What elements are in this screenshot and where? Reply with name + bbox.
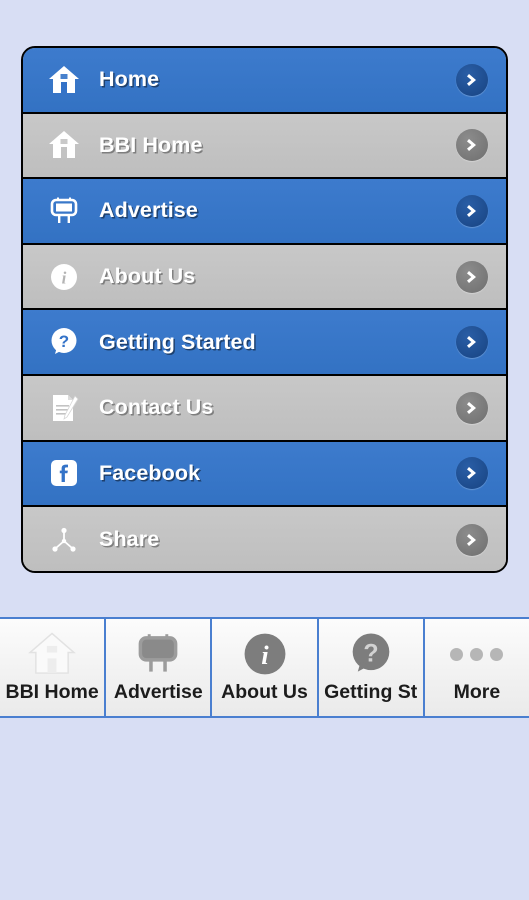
chevron-right-icon[interactable] [456,326,488,359]
menu-item-share[interactable]: Share [23,507,506,571]
menu-item-label: Share [99,527,160,552]
tab-label: BBI Home [5,681,99,703]
dot [470,647,484,661]
question-bubble-icon: ? [348,627,394,681]
ellipsis-icon [450,627,504,681]
chevron-right-icon[interactable] [456,457,488,490]
billboard-icon [135,627,181,681]
chevron-right-icon[interactable] [456,391,488,424]
chevron-right-icon[interactable] [456,194,488,227]
menu-item-facebook[interactable]: Facebook [23,441,506,508]
menu-item-label: About Us [99,264,196,289]
svg-text:?: ? [363,639,378,667]
menu-item-home[interactable]: Home [23,48,506,114]
document-pencil-icon [47,391,81,425]
tab-more[interactable]: More [424,619,529,716]
chevron-right-icon[interactable] [456,523,488,556]
question-bubble-icon: ? [47,325,81,359]
menu-item-getting-started[interactable]: ? Getting Started [23,310,506,376]
menu-item-about-us[interactable]: i About Us [23,244,506,311]
home-icon [28,627,77,681]
tab-label: More [453,681,501,703]
tab-getting-started[interactable]: ? Getting St [318,619,425,716]
billboard-icon [47,194,81,228]
menu-item-label: Contact Us [99,395,214,420]
svg-text:?: ? [59,332,69,351]
tab-about-us[interactable]: i About Us [212,619,319,716]
tab-advertise[interactable]: Advertise [106,619,213,716]
dot [490,647,504,661]
ellipsis-dots [450,647,504,661]
chevron-right-icon[interactable] [456,63,488,96]
svg-text:i: i [261,640,269,670]
home-icon [47,128,81,162]
facebook-icon [47,456,81,490]
menu-item-label: Advertise [99,198,198,223]
tab-bbi-home[interactable]: BBI Home [0,619,107,716]
menu-item-label: Getting Started [99,329,256,354]
home-icon [47,63,81,97]
menu-item-label: Home [99,67,160,92]
share-node-icon [47,523,81,557]
chevron-right-icon[interactable] [456,129,488,162]
tab-label: Getting St [324,681,418,703]
dot [450,647,464,661]
menu-item-advertise[interactable]: Advertise [23,179,506,245]
info-circle-icon: i [243,627,287,681]
menu-item-contact-us[interactable]: Contact Us [23,375,506,442]
tab-label: Advertise [113,681,203,703]
bottom-tab-bar: BBI Home Advertise i About Us ? Getting … [0,617,529,718]
menu-item-bbi-home[interactable]: BBI Home [23,113,506,180]
menu-item-label: BBI Home [99,132,203,157]
svg-text:i: i [62,268,67,287]
chevron-right-icon[interactable] [456,260,488,293]
main-menu-list: Home BBI Home Advertise i About Us ? Get… [21,46,508,573]
info-circle-icon: i [47,260,81,294]
menu-item-label: Facebook [99,460,201,485]
tab-label: About Us [221,681,308,703]
